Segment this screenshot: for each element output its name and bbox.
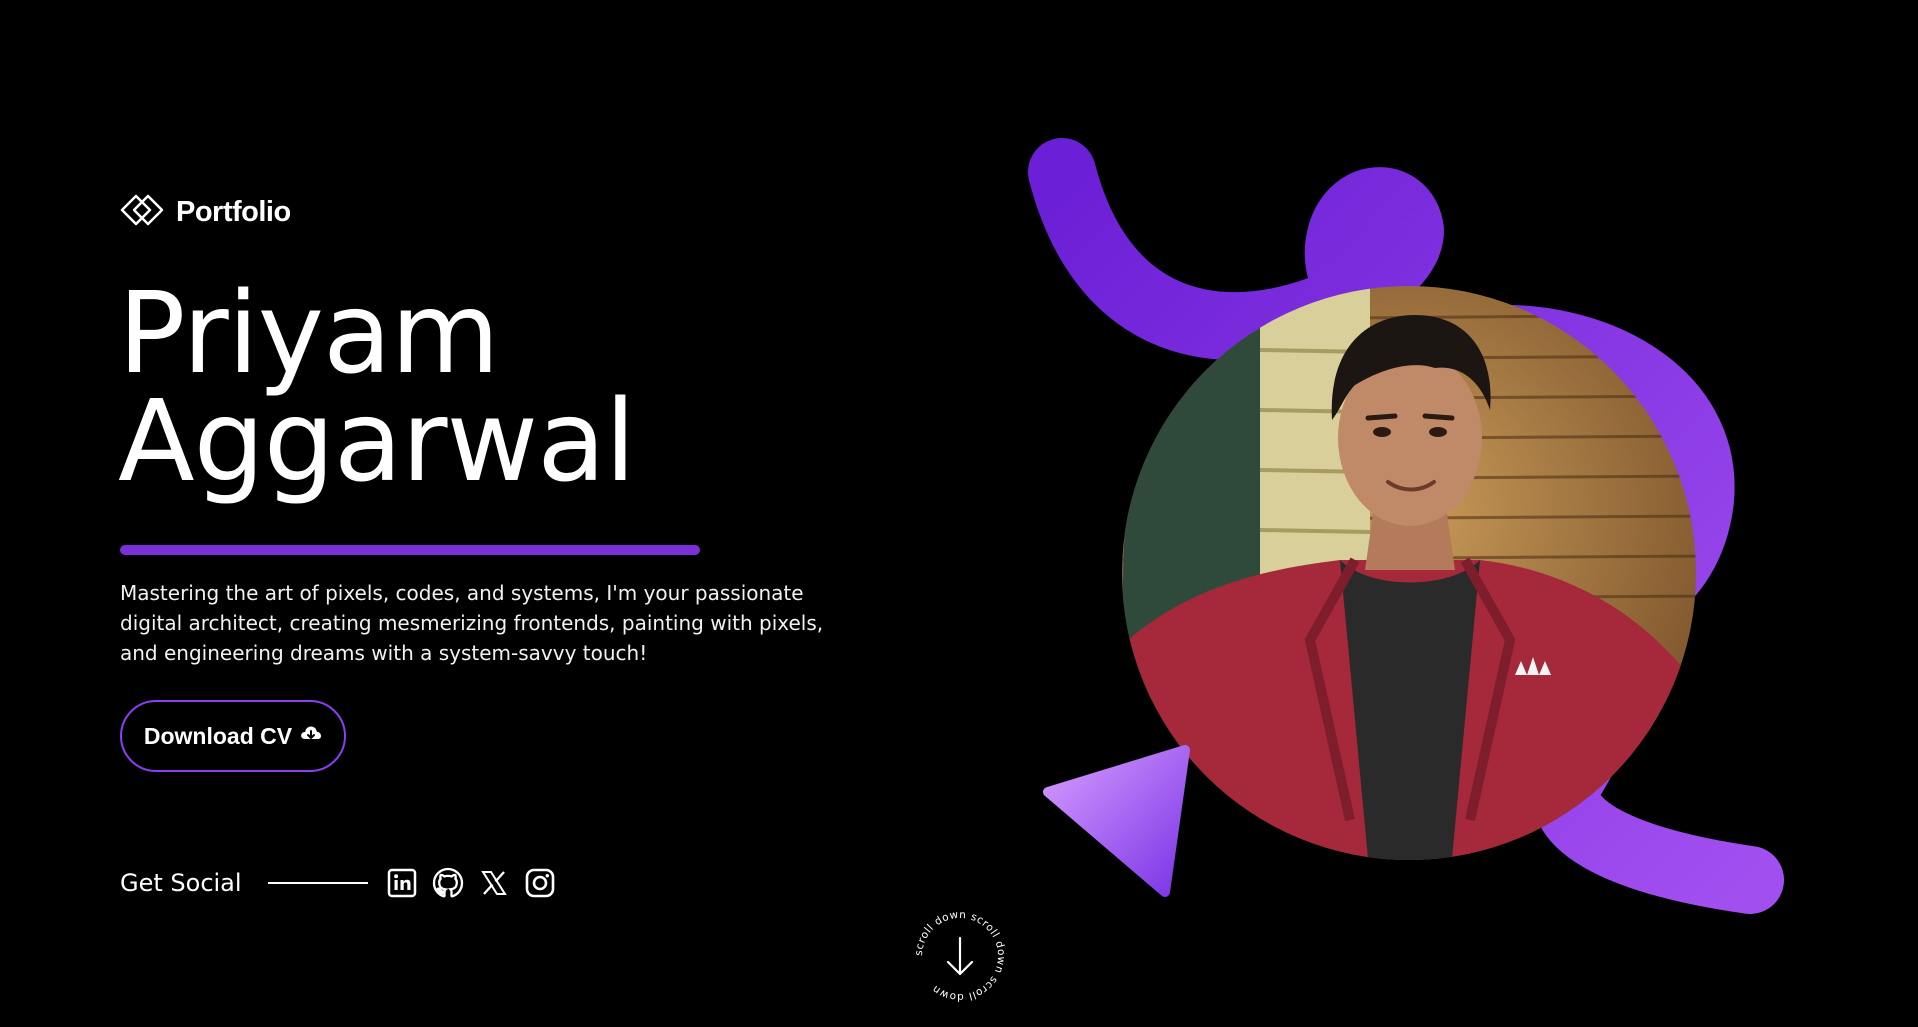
social-section: Get Social <box>120 867 556 899</box>
diamond-logo-icon <box>120 190 164 235</box>
logo-text: Portfolio <box>176 196 291 228</box>
first-name: Priyam <box>118 269 500 399</box>
github-icon[interactable] <box>432 867 464 899</box>
hero-tagline: Mastering the art of pixels, codes, and … <box>120 581 824 665</box>
cloud-download-icon <box>300 723 322 750</box>
site-logo[interactable]: Portfolio <box>120 190 291 235</box>
get-social-label: Get Social <box>120 869 242 897</box>
download-cv-label: Download CV <box>143 722 293 749</box>
arrow-down-icon <box>946 936 974 976</box>
social-divider <box>267 882 368 884</box>
social-icons <box>386 867 556 899</box>
linkedin-icon[interactable] <box>386 867 418 899</box>
instagram-icon[interactable] <box>524 867 556 899</box>
x-icon[interactable] <box>478 867 510 899</box>
portfolio-hero-page: Portfolio Priyam Aggarwal Mastering the … <box>0 0 1918 1027</box>
hero-name: Priyam Aggarwal <box>118 269 636 507</box>
last-name: Aggarwal <box>118 377 636 507</box>
name-underline <box>120 545 700 555</box>
scroll-down-indicator[interactable]: scroll down scroll down scroll down <box>912 908 1008 1004</box>
purple-triangle-shape <box>1043 745 1190 897</box>
hero-illustration <box>1010 120 1810 920</box>
download-cv-button[interactable]: Download CV <box>120 700 346 772</box>
